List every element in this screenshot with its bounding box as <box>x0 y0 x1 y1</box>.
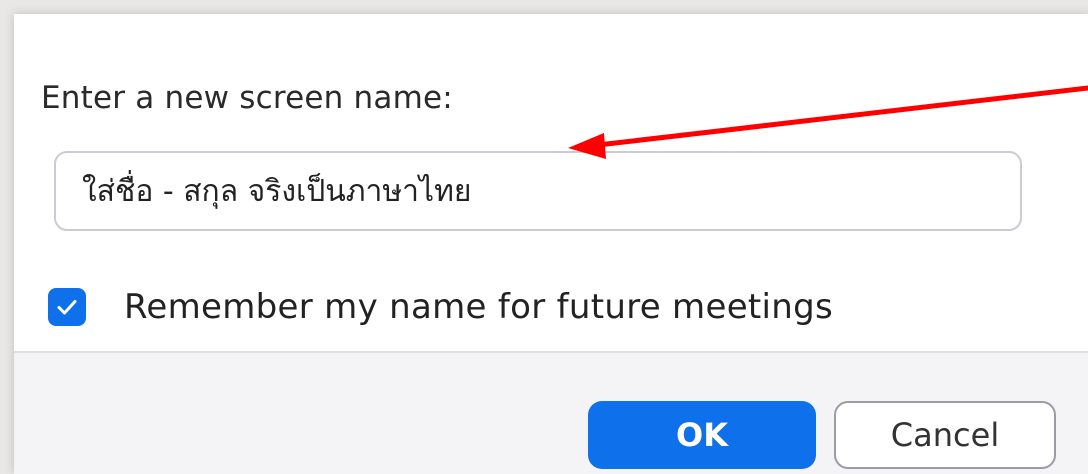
rename-dialog: Enter a new screen name: Remember my nam… <box>14 14 1088 474</box>
screen-name-prompt: Enter a new screen name: <box>41 80 453 116</box>
cancel-button[interactable]: Cancel <box>834 401 1056 469</box>
dialog-footer: OK Cancel <box>14 351 1088 474</box>
remember-name-label: Remember my name for future meetings <box>124 287 834 327</box>
remember-name-option[interactable]: Remember my name for future meetings <box>48 282 833 332</box>
checkmark-icon <box>57 300 77 315</box>
ok-button[interactable]: OK <box>588 401 816 469</box>
remember-name-checkbox[interactable] <box>48 288 86 326</box>
screen-name-input[interactable] <box>54 151 1022 231</box>
